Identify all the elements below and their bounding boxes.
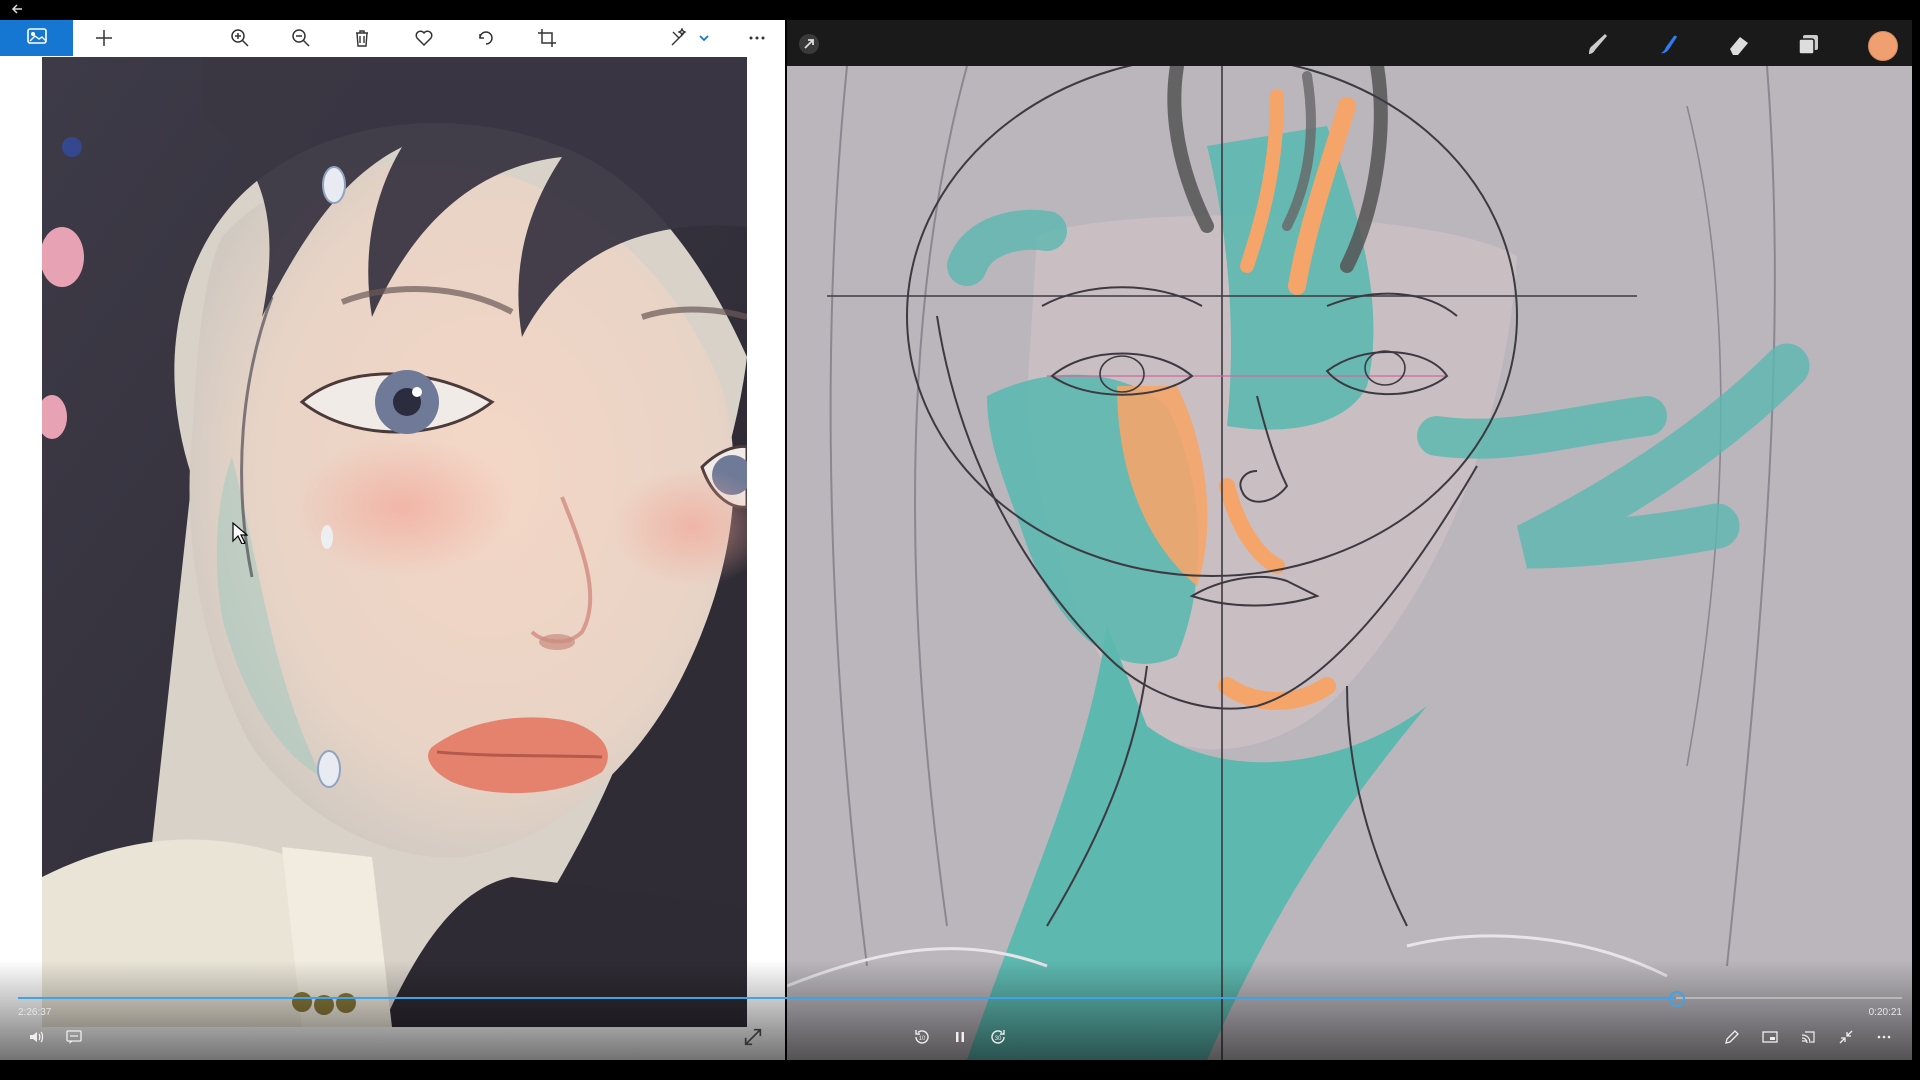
sketch-canvas[interactable] — [787, 55, 1912, 1060]
layers-icon[interactable] — [1795, 30, 1823, 58]
seek-bar[interactable] — [18, 991, 1902, 1007]
drawing-app-panel — [787, 20, 1912, 1060]
delete-icon[interactable] — [350, 26, 374, 50]
seek-bar-progress — [18, 997, 1676, 999]
seek-thumb[interactable] — [1668, 991, 1685, 1007]
cast-icon[interactable] — [1797, 1026, 1819, 1048]
draw-icon[interactable] — [1721, 1026, 1743, 1048]
svg-text:10: 10 — [919, 1036, 926, 1042]
more-icon[interactable] — [745, 26, 769, 50]
mouse-cursor-icon — [232, 521, 249, 549]
video-player-controls: 2:26:37 0:20:21 10 30 — [0, 960, 1920, 1060]
zoom-out-icon[interactable] — [289, 26, 313, 50]
photo-viewer-panel — [0, 20, 785, 1060]
skip-back-10-icon[interactable]: 10 — [911, 1026, 933, 1048]
favorite-icon[interactable] — [412, 26, 436, 50]
remaining-time: 0:20:21 — [1868, 1007, 1902, 1018]
captions-icon[interactable] — [63, 1026, 85, 1048]
smudge-icon[interactable] — [1655, 30, 1683, 58]
back-arrow-icon[interactable] — [10, 2, 26, 18]
color-swatch[interactable] — [1868, 31, 1898, 61]
viewer-toolbar — [0, 20, 785, 56]
pause-icon[interactable] — [949, 1026, 971, 1048]
miniplayer-icon[interactable] — [1759, 1026, 1781, 1048]
skip-forward-30-icon[interactable]: 30 — [987, 1026, 1009, 1048]
zoom-in-icon[interactable] — [228, 26, 252, 50]
dropdown-chevron-icon[interactable] — [696, 26, 712, 50]
exit-fullscreen-icon[interactable] — [1835, 1026, 1857, 1048]
edit-enhance-icon[interactable] — [667, 26, 691, 50]
svg-text:30: 30 — [995, 1036, 1002, 1042]
photos-app-icon[interactable] — [0, 20, 73, 56]
portrait-painting-image — [42, 57, 747, 1027]
more-icon[interactable] — [1873, 1026, 1895, 1048]
volume-icon[interactable] — [26, 1026, 48, 1048]
rotate-icon[interactable] — [474, 26, 498, 50]
window-top-strip — [0, 0, 1920, 20]
expand-icon[interactable] — [742, 1026, 764, 1048]
add-icon[interactable] — [92, 26, 116, 50]
eraser-icon[interactable] — [1725, 30, 1753, 58]
crop-icon[interactable] — [535, 26, 559, 50]
window-bottom-strip — [0, 1060, 1920, 1080]
drawing-app-toolbar — [787, 20, 1912, 66]
elapsed-time: 2:26:37 — [18, 1007, 52, 1018]
brush-icon[interactable] — [1585, 30, 1613, 58]
cursor-action-icon[interactable] — [795, 30, 823, 58]
